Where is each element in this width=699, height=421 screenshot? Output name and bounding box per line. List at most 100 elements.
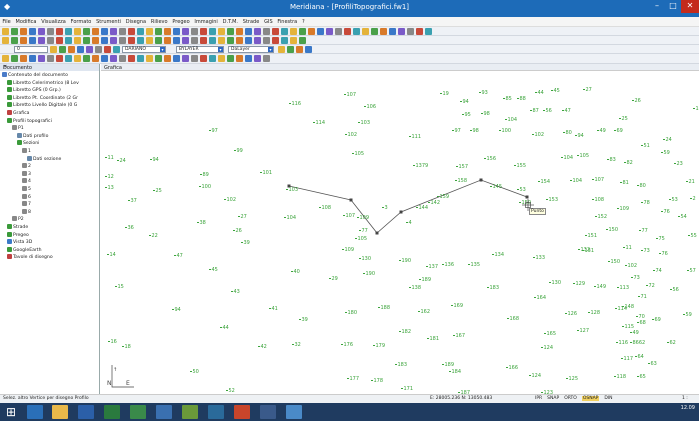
toolbar-icon-tb1-21[interactable]	[191, 28, 198, 35]
survey-point[interactable]: 167	[453, 333, 465, 339]
tree-node[interactable]: Sezioni	[17, 140, 39, 147]
survey-point[interactable]: 72	[646, 283, 655, 289]
survey-point[interactable]: 94	[172, 307, 181, 313]
powerpoint-icon[interactable]	[234, 405, 250, 419]
survey-point[interactable]: 13	[105, 185, 114, 191]
survey-point[interactable]: 153	[546, 197, 558, 203]
survey-point[interactable]: 124	[529, 373, 541, 379]
toolbar-icon-tb2-12[interactable]	[110, 37, 117, 44]
survey-point[interactable]: 15	[115, 284, 124, 290]
toolbar-icon-tb2-25[interactable]	[227, 37, 234, 44]
tree-node[interactable]: Libretto Pt. Coordinate (2 Gr	[7, 94, 78, 102]
survey-point[interactable]: 189	[419, 277, 431, 283]
survey-point[interactable]: 76	[659, 251, 668, 257]
survey-point[interactable]: 44	[220, 325, 229, 331]
survey-point[interactable]: 104	[505, 117, 517, 123]
toolbar-icon-tb4-22[interactable]	[200, 55, 207, 62]
toolbar-icon-tb1-33[interactable]	[299, 28, 306, 35]
toolbar-icon-tb2-5[interactable]	[47, 37, 54, 44]
survey-point[interactable]: 184	[449, 369, 461, 375]
survey-point[interactable]: 44	[535, 90, 544, 96]
survey-point[interactable]: 162	[418, 309, 430, 315]
survey-point[interactable]: 104	[561, 155, 573, 161]
toolbar-icon-tb3-8[interactable]	[278, 46, 285, 53]
survey-point[interactable]: 11	[105, 155, 114, 161]
survey-point[interactable]: 94	[150, 157, 159, 163]
drawing-canvas[interactable]: 107 116 106 114 103 97 102 111 105 99 11 24 94 1379 15…	[101, 71, 699, 394]
survey-point[interactable]: 109	[617, 206, 629, 212]
survey-point[interactable]: 182	[399, 329, 411, 335]
toolbar-icon-tb4-26[interactable]	[236, 55, 243, 62]
survey-point[interactable]: 29	[329, 276, 338, 282]
survey-point[interactable]: 116	[616, 340, 628, 346]
survey-point[interactable]: 4	[406, 220, 412, 226]
survey-point[interactable]: 65	[637, 374, 646, 380]
menu-item-formato[interactable]: Formato	[68, 17, 93, 27]
survey-point[interactable]: 54	[678, 214, 687, 220]
toolbar-icon-tb4-14[interactable]	[128, 55, 135, 62]
toolbar-icon-tb2-7[interactable]	[65, 37, 72, 44]
survey-point[interactable]: 130	[549, 280, 561, 286]
profile-vertex[interactable]	[375, 231, 379, 235]
survey-point[interactable]: 105	[577, 153, 589, 159]
tree-node[interactable]: 3	[22, 170, 31, 178]
menu-item-d-t-m-[interactable]: D.T.M.	[220, 17, 240, 27]
toolbar-icon-tb3-9[interactable]	[287, 46, 294, 53]
survey-point[interactable]: 45	[209, 267, 218, 273]
survey-point[interactable]: 77	[639, 228, 648, 234]
survey-point[interactable]: 50	[190, 369, 199, 375]
survey-point[interactable]: 165	[544, 331, 556, 337]
survey-point[interactable]: 14	[107, 252, 116, 258]
survey-point[interactable]: 89	[200, 172, 209, 178]
toolbar-icon-tb4-2[interactable]	[20, 55, 27, 62]
toolbar-icon-tb2-28[interactable]	[254, 37, 261, 44]
tree-node[interactable]: Contenuto del documento	[2, 72, 68, 79]
toolbar-icon-tb4-7[interactable]	[65, 55, 72, 62]
survey-point[interactable]: 102	[625, 263, 637, 269]
survey-point[interactable]: 25	[619, 116, 628, 122]
survey-point[interactable]: 100	[199, 184, 211, 190]
toolbar-icon-tb3-5[interactable]	[95, 46, 102, 53]
survey-point[interactable]: 19	[440, 91, 449, 97]
survey-point[interactable]: 164	[534, 295, 546, 301]
survey-point[interactable]: 63	[648, 361, 657, 367]
survey-point[interactable]: 168	[507, 316, 519, 322]
survey-point[interactable]: 142	[428, 200, 440, 206]
survey-point[interactable]: 154	[538, 179, 550, 185]
survey-point[interactable]: 39	[299, 317, 308, 323]
survey-point[interactable]: 27	[238, 214, 247, 220]
survey-point[interactable]: 189	[442, 362, 454, 368]
toolbar-icon-tb2-11[interactable]	[101, 37, 108, 44]
toolbar-icon-tb3-1[interactable]	[59, 46, 66, 53]
survey-point[interactable]: 8662	[630, 340, 645, 346]
meridiana-icon[interactable]	[260, 405, 276, 419]
toolbar-icon-tb3-4[interactable]	[86, 46, 93, 53]
survey-point[interactable]: 107	[592, 177, 604, 183]
survey-point[interactable]: 104	[284, 215, 296, 221]
toolbar-icon-tb2-6[interactable]	[56, 37, 63, 44]
survey-point[interactable]: 22	[149, 233, 158, 239]
survey-point[interactable]: 101	[260, 170, 272, 176]
survey-point[interactable]: 56	[543, 108, 552, 114]
survey-point[interactable]: 26	[233, 228, 242, 234]
tree-node[interactable]: Libretto GPS (0 Grp.)	[7, 87, 61, 94]
toolbar-icon-tb4-0[interactable]	[2, 55, 9, 62]
status-flag-orto[interactable]: ORTO	[564, 396, 577, 401]
survey-point[interactable]: 36	[125, 225, 134, 231]
toolbar-icon-tb3-10[interactable]	[296, 46, 303, 53]
toolbar-icon-tb2-23[interactable]	[209, 37, 216, 44]
toolbar-icon-tb2-22[interactable]	[200, 37, 207, 44]
toolbar-icon-tb1-25[interactable]	[227, 28, 234, 35]
survey-point[interactable]: 53	[669, 197, 678, 203]
toolbar-icon-tb1-7[interactable]	[65, 28, 72, 35]
survey-point[interactable]: 111	[409, 134, 421, 140]
tree-node[interactable]: Grafica	[7, 110, 30, 117]
toolbar-icon-tb4-12[interactable]	[110, 55, 117, 62]
toolbar-icon-tb1-20[interactable]	[182, 28, 189, 35]
survey-point[interactable]: 149	[594, 284, 606, 290]
survey-point[interactable]: 23	[674, 161, 683, 167]
toolbar-icon-tb2-10[interactable]	[92, 37, 99, 44]
survey-point[interactable]: 114	[313, 120, 325, 126]
toolbar-icon-tb1-37[interactable]	[335, 28, 342, 35]
toolbar-icon-tb2-4[interactable]	[38, 37, 45, 44]
